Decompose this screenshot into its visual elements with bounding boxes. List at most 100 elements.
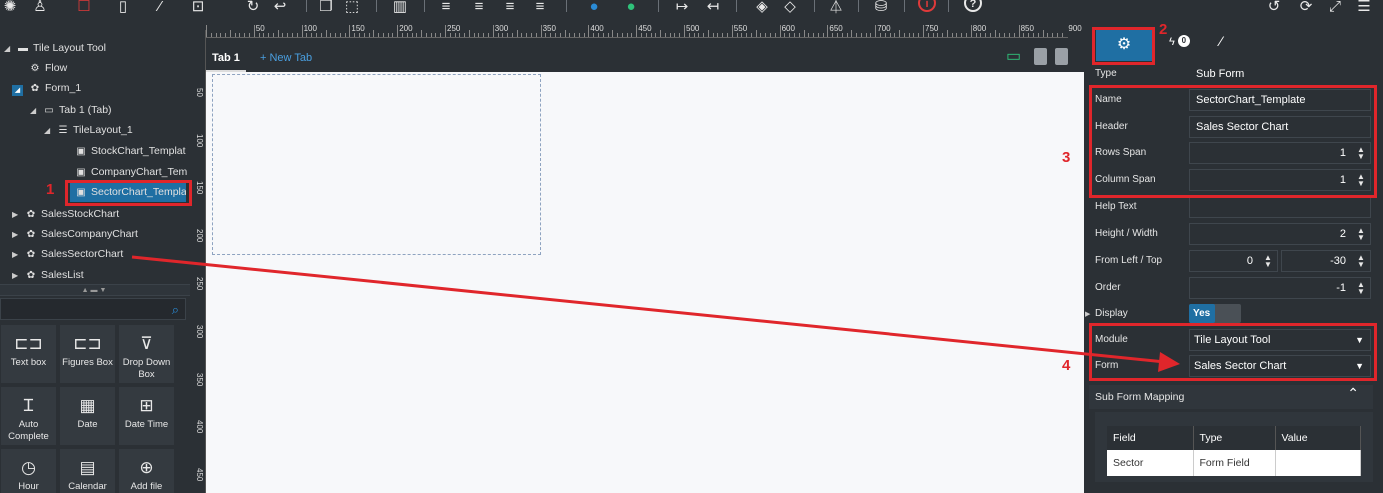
expanded-arrow-icon[interactable]: ◢ bbox=[30, 101, 42, 121]
tab-1[interactable]: Tab 1 bbox=[206, 45, 246, 72]
design-canvas[interactable] bbox=[206, 72, 1084, 493]
style-tab[interactable]: ⁄ bbox=[1220, 33, 1222, 49]
database-icon[interactable]: ⛁ bbox=[871, 0, 891, 18]
tree-node-sales-sector[interactable]: ▶ ✿ SalesSectorChart bbox=[12, 244, 123, 264]
spinner-icon[interactable]: ▲ ▼ bbox=[1356, 254, 1366, 269]
tree-node-tab[interactable]: ◢ ▭ Tab 1 (Tab) bbox=[30, 100, 112, 120]
ruler-tick bbox=[540, 25, 542, 37]
mobile-view-icon[interactable] bbox=[1055, 48, 1068, 65]
play-icon[interactable]: ● bbox=[621, 0, 641, 18]
palette-search: ⌕ bbox=[0, 298, 186, 320]
ruler-tick bbox=[770, 33, 772, 37]
tree-node-stock-chart[interactable]: ▣ StockChart_Templat bbox=[74, 141, 185, 161]
square-outline-icon[interactable]: ☐ bbox=[74, 0, 94, 18]
tree-node-tile-layout[interactable]: ◢ ☰ TileLayout_1 bbox=[44, 120, 133, 140]
refresh-icon[interactable]: ⟳ bbox=[1296, 0, 1316, 18]
tree-node-form[interactable]: ◢ ✿ Form_1 bbox=[12, 78, 81, 98]
sub-form-mapping-header[interactable]: Sub Form Mapping ⌃ bbox=[1089, 385, 1373, 409]
indent-icon[interactable]: ↦ bbox=[672, 0, 692, 18]
delete-icon[interactable]: ▥ bbox=[390, 0, 410, 18]
ruler-tick bbox=[884, 33, 886, 37]
expanded-arrow-icon[interactable]: ◢ bbox=[4, 39, 16, 59]
tablet-view-icon[interactable] bbox=[1034, 48, 1047, 65]
select-area-icon[interactable]: ⬚ bbox=[342, 0, 362, 18]
ruler-label: 500 bbox=[686, 24, 700, 33]
ruler-tick bbox=[206, 25, 207, 37]
from-left-input[interactable]: 0 ▲ ▼ bbox=[1189, 250, 1278, 272]
align-right-icon[interactable]: ≡ bbox=[500, 0, 520, 18]
height-width-input[interactable]: 2 ▲ ▼ bbox=[1189, 223, 1371, 245]
chevron-up-icon[interactable]: ⌃ bbox=[1347, 385, 1359, 402]
users-icon[interactable]: ♙ bbox=[30, 0, 50, 18]
ruler-tick bbox=[554, 33, 556, 37]
gear-icon: ✿ bbox=[26, 209, 36, 220]
palette-search-input[interactable] bbox=[1, 299, 161, 319]
desktop-view-icon[interactable]: ▭ bbox=[1006, 48, 1026, 66]
events-tab[interactable]: ϟ0 bbox=[1169, 35, 1190, 48]
table-cell-value[interactable] bbox=[1275, 450, 1361, 476]
tree-node-root[interactable]: ◢ ▬ Tile Layout Tool bbox=[4, 38, 106, 58]
redo-icon[interactable]: ↻ bbox=[243, 0, 263, 18]
from-top-input[interactable]: -30 ▲ ▼ bbox=[1281, 250, 1371, 272]
magic-wand-icon[interactable]: ⁄ bbox=[150, 0, 170, 18]
display-toggle[interactable]: Yes bbox=[1189, 304, 1241, 323]
flatten-icon[interactable]: ⏃ bbox=[826, 0, 846, 18]
align-justify-icon[interactable]: ≡ bbox=[530, 0, 550, 18]
new-tab-button[interactable]: + New Tab bbox=[260, 45, 312, 72]
order-input[interactable]: -1 ▲ ▼ bbox=[1189, 277, 1371, 299]
bring-front-icon[interactable]: ◈ bbox=[752, 0, 772, 18]
align-left-icon[interactable]: ≡ bbox=[436, 0, 456, 18]
palette-hour[interactable]: ◷ Hour bbox=[0, 448, 57, 493]
ruler-tick bbox=[492, 25, 494, 37]
copy-icon[interactable]: ❐ bbox=[316, 0, 336, 18]
tree-node-sales-list[interactable]: ▶ ✿ SalesList bbox=[12, 265, 84, 285]
collapsed-arrow-icon[interactable]: ▶ bbox=[12, 245, 24, 265]
palette-calendar[interactable]: ▤ Calendar bbox=[59, 448, 116, 493]
table-row[interactable]: Sector Form Field bbox=[1107, 450, 1361, 476]
outdent-icon[interactable]: ↤ bbox=[703, 0, 723, 18]
save-icon[interactable]: ● bbox=[584, 0, 604, 18]
palette-drop-down-box[interactable]: ⊽ Drop Down Box bbox=[118, 324, 175, 384]
palette-text-box[interactable]: ⊏⊐ Text box bbox=[0, 324, 57, 384]
ruler-tick bbox=[669, 33, 671, 37]
tree-node-sales-company[interactable]: ▶ ✿ SalesCompanyChart bbox=[12, 224, 138, 244]
ruler-tick bbox=[822, 33, 824, 37]
history-icon[interactable]: ↺ bbox=[1264, 0, 1284, 18]
collapsed-arrow-icon[interactable]: ▶ bbox=[12, 266, 24, 286]
palette-date[interactable]: ▦ Date bbox=[59, 386, 116, 446]
palette-date-time[interactable]: ⊞ Date Time bbox=[118, 386, 175, 446]
help-text-input[interactable] bbox=[1189, 196, 1371, 218]
collapsed-arrow-icon[interactable]: ▶ bbox=[12, 205, 24, 225]
spinner-icon[interactable]: ▲ ▼ bbox=[1356, 227, 1366, 242]
subform-placeholder[interactable] bbox=[212, 74, 541, 255]
expand-icon[interactable]: ⤢ bbox=[1325, 0, 1345, 18]
send-back-icon[interactable]: ◇ bbox=[780, 0, 800, 18]
panel-splitter[interactable]: ▲ ▬ ▼ bbox=[0, 284, 190, 296]
spinner-icon[interactable]: ▲ ▼ bbox=[1356, 281, 1366, 296]
expanded-checkbox-icon[interactable]: ◢ bbox=[12, 85, 23, 96]
palette-figures-box[interactable]: ⊏⊐ Figures Box bbox=[59, 324, 116, 384]
palette-add-file[interactable]: ⊕ Add file bbox=[118, 448, 175, 493]
expanded-arrow-icon[interactable]: ◢ bbox=[44, 121, 56, 141]
ruler-tick bbox=[631, 33, 633, 37]
ruler-tick bbox=[674, 33, 676, 37]
ruler-tick bbox=[229, 30, 231, 37]
help-icon[interactable]: ? bbox=[964, 0, 982, 12]
spinner-icon[interactable]: ▲ ▼ bbox=[1263, 254, 1273, 269]
tree-node-company-chart[interactable]: ▣ CompanyChart_Tem bbox=[74, 162, 187, 182]
document-icon[interactable]: ▯ bbox=[113, 0, 133, 18]
tree-node-flow[interactable]: ⚙ Flow bbox=[28, 58, 68, 78]
undo-icon[interactable]: ↩ bbox=[270, 0, 290, 18]
splitter-grip-icon[interactable]: ▲ ▬ ▼ bbox=[78, 287, 110, 294]
collapsed-arrow-icon[interactable]: ▶ bbox=[12, 225, 24, 245]
palette-auto-complete[interactable]: Ɪ Auto Complete bbox=[0, 386, 57, 446]
info-icon[interactable]: i bbox=[918, 0, 936, 12]
ruler-tick bbox=[349, 25, 351, 37]
ruler-label: 400 bbox=[195, 420, 204, 434]
tree-node-sales-stock[interactable]: ▶ ✿ SalesStockChart bbox=[12, 204, 119, 224]
align-center-icon[interactable]: ≡ bbox=[469, 0, 489, 18]
search-icon[interactable]: ⌕ bbox=[172, 302, 179, 318]
menu-icon[interactable]: ☰ bbox=[1354, 0, 1374, 18]
print-icon[interactable]: ⊡ bbox=[188, 0, 208, 18]
octopus-icon[interactable]: ✺ bbox=[0, 0, 20, 18]
